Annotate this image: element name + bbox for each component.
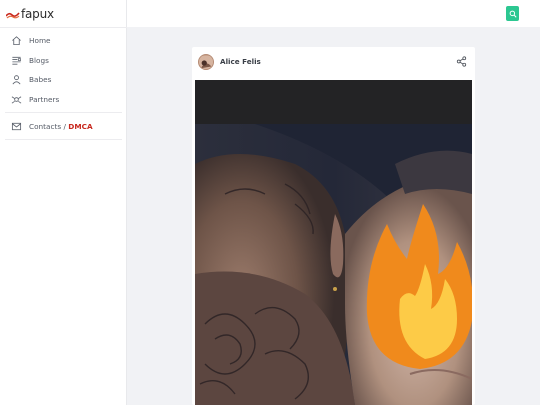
divider <box>5 138 122 140</box>
author-name[interactable]: Alice Felis <box>220 57 261 66</box>
blogs-icon <box>11 55 22 66</box>
nav-item-label: Babes <box>29 75 52 85</box>
nav-item-blogs[interactable]: Blogs <box>0 51 127 71</box>
divider <box>0 27 127 28</box>
mail-icon <box>11 121 22 132</box>
avatar[interactable] <box>198 54 214 70</box>
nav-item-label: Contacts / DMCA <box>29 122 93 131</box>
post-card: Alice Felis <box>192 47 475 405</box>
search-button[interactable] <box>506 6 519 21</box>
user-icon <box>11 74 22 85</box>
nav-item-home[interactable]: Home <box>0 31 127 51</box>
nav-item-label: Partners <box>29 94 60 104</box>
nav-item-label: Blogs <box>29 55 49 65</box>
contacts-label: Contacts / <box>29 122 69 132</box>
nav-item-contacts[interactable]: Contacts / DMCA <box>0 117 127 137</box>
site-logo[interactable]: fapux <box>6 6 54 22</box>
divider <box>5 112 122 113</box>
partners-icon <box>11 94 22 105</box>
post-media[interactable] <box>195 80 472 405</box>
nav-item-label: Home <box>29 36 51 46</box>
post-photo <box>195 124 472 405</box>
logo-wave-icon <box>6 12 20 19</box>
home-icon <box>11 35 22 46</box>
media-letterbox <box>195 80 472 124</box>
nav-item-babes[interactable]: Babes <box>0 70 127 90</box>
sidebar-nav: Home Blogs Babes Partners Contacts / DMC… <box>0 31 127 140</box>
dmca-label: DMCA <box>68 122 93 132</box>
logo-text: fapux <box>21 7 54 21</box>
nav-item-partners[interactable]: Partners <box>0 90 127 110</box>
share-icon[interactable] <box>456 56 467 67</box>
top-bar <box>127 0 540 27</box>
search-icon <box>509 10 517 18</box>
sidebar: fapux Home Blogs Babes Partners Contacts… <box>0 0 127 405</box>
